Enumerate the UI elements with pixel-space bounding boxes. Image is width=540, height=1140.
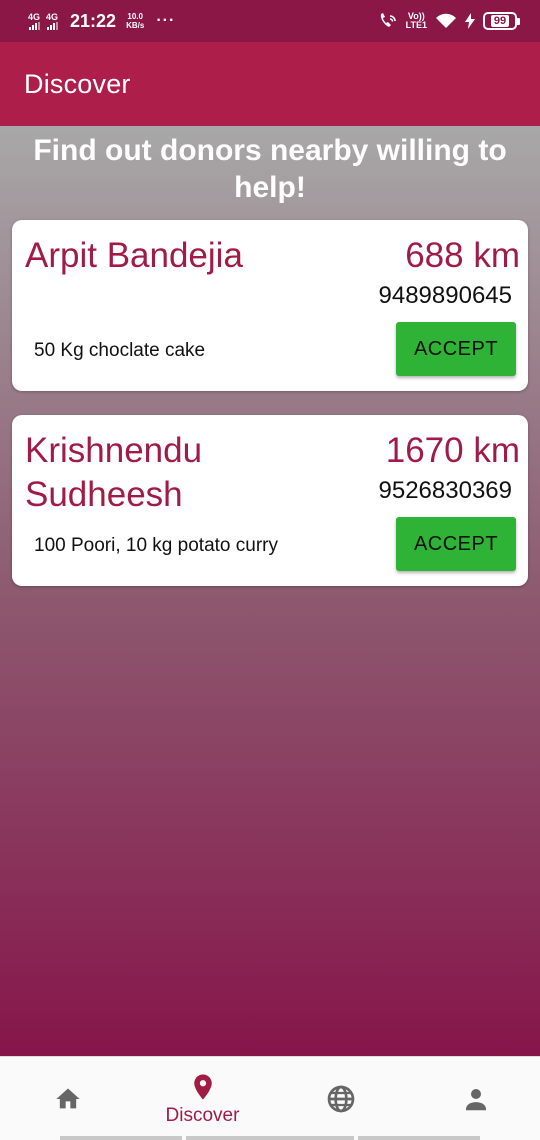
nav-indicator — [358, 1136, 480, 1140]
donor-card: Krishnendu Sudheesh 1670 km 9526830369 1… — [12, 415, 528, 586]
donor-name: Krishnendu Sudheesh — [25, 431, 203, 514]
network-type-sim1: 4G — [28, 11, 41, 22]
charging-icon — [465, 13, 475, 29]
discover-content[interactable]: Find out donors nearby willing to help! … — [0, 126, 540, 1056]
person-icon — [466, 1089, 486, 1111]
page-title: Discover — [24, 68, 131, 99]
globe-icon — [327, 1085, 355, 1113]
network-speed: 10.0 KB/s — [126, 12, 144, 30]
network-speed-unit: KB/s — [126, 21, 145, 30]
battery-level: 99 — [490, 15, 510, 27]
volte-indicator: Vo)) LTE1 — [406, 12, 427, 30]
donor-distance: 688 km — [405, 236, 520, 275]
nav-discover[interactable]: Discover — [135, 1057, 270, 1140]
donor-phone: 9489890645 — [378, 282, 512, 309]
network-type-sim2: 4G — [46, 11, 59, 22]
donor-distance: 1670 km — [385, 431, 520, 470]
wifi-icon — [436, 13, 456, 28]
home-icon — [55, 1088, 80, 1109]
nav-profile[interactable] — [412, 1057, 540, 1140]
nav-home[interactable] — [0, 1057, 135, 1140]
headline: Find out donors nearby willing to help! — [33, 134, 507, 204]
battery-icon: 99 — [483, 12, 520, 30]
status-right: Vo)) LTE1 99 — [378, 12, 520, 30]
donor-card: Arpit Bandejia 688 km 9489890645 50 Kg c… — [12, 220, 528, 391]
donation-description: 50 Kg choclate cake — [34, 340, 206, 361]
status-bar: 4G 4G 21:22 10.0 KB/s ··· Vo)) LTE1 99 — [0, 0, 540, 42]
bottom-nav: Discover — [0, 1056, 540, 1140]
signal-sim2-icon: 4G — [46, 11, 59, 30]
status-left: 4G 4G 21:22 10.0 KB/s ··· — [28, 11, 175, 32]
donation-description: 100 Poori, 10 kg potato curry — [34, 535, 278, 556]
app-bar: Discover — [0, 42, 540, 126]
more-notifications-icon: ··· — [156, 12, 176, 29]
location-pin-icon — [193, 1074, 212, 1100]
status-time: 21:22 — [70, 10, 117, 31]
volte-bottom: LTE1 — [405, 20, 427, 30]
nav-explore[interactable] — [270, 1057, 412, 1140]
nav-indicator — [60, 1136, 182, 1140]
accept-button[interactable]: ACCEPT — [396, 322, 516, 376]
signal-sim1-icon: 4G — [28, 11, 41, 30]
network-speed-value: 10.0 — [127, 12, 143, 21]
nav-indicator — [186, 1136, 354, 1140]
nav-discover-label: Discover — [165, 1105, 240, 1126]
accept-button[interactable]: ACCEPT — [396, 517, 516, 571]
donor-phone: 9526830369 — [378, 477, 512, 504]
donor-name: Arpit Bandejia — [25, 236, 243, 275]
wifi-calling-icon — [380, 13, 396, 27]
